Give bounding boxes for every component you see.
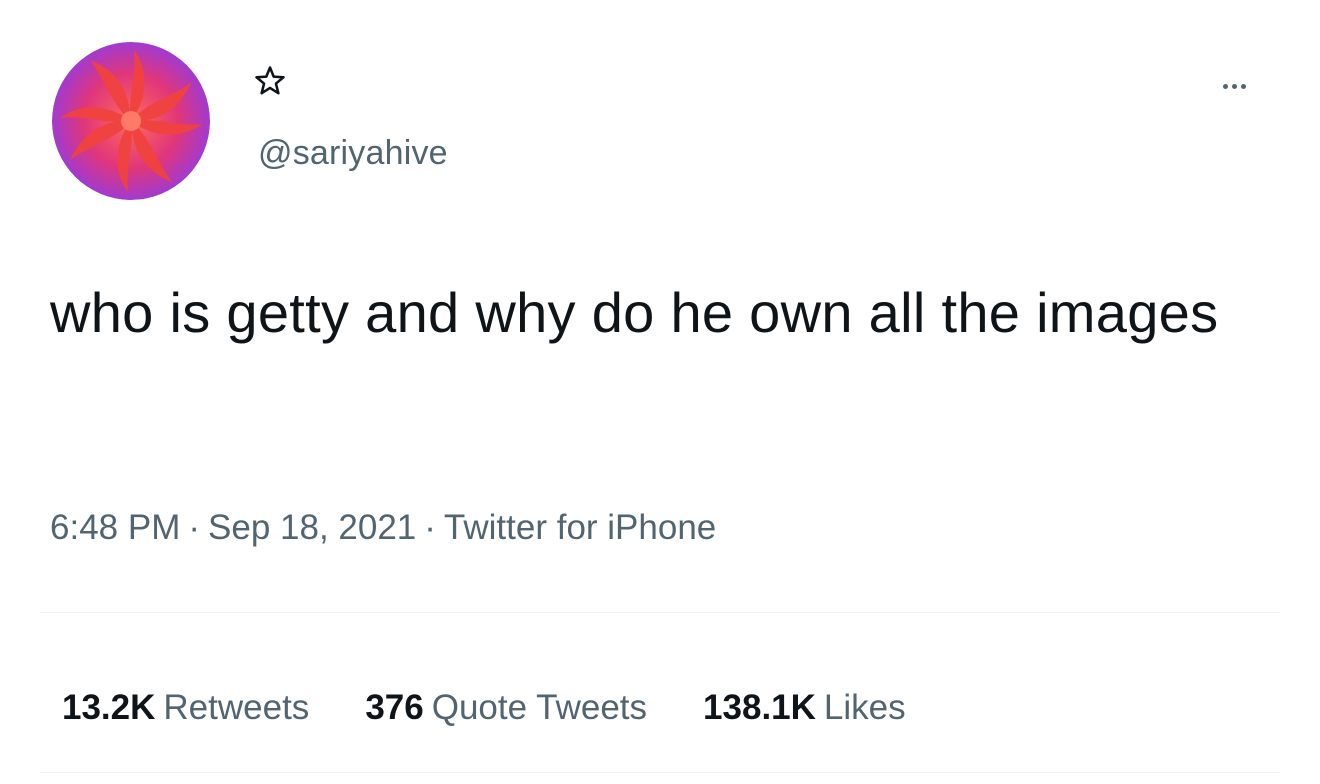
tweet-stats: 13.2K Retweets 376 Quote Tweets 138.1K Like…: [62, 688, 962, 728]
retweets-count: 13.2K: [62, 688, 156, 727]
tweet-card: @sariyahive who is getty and why do he o…: [0, 0, 1320, 784]
retweets-stat[interactable]: 13.2K Retweets: [62, 688, 309, 728]
likes-stat[interactable]: 138.1K Likes: [703, 688, 906, 728]
divider: [40, 612, 1280, 613]
quote-tweets-label: Quote Tweets: [431, 688, 648, 727]
avatar[interactable]: [52, 42, 210, 200]
swirl-avatar-icon: [52, 42, 210, 200]
likes-label: Likes: [823, 688, 906, 727]
meta-separator: ·: [424, 508, 436, 547]
more-options-icon: [1222, 83, 1228, 89]
tweet-metadata: 6:48 PM · Sep 18, 2021 · Twitter for iPhone: [50, 508, 716, 548]
star-icon: [253, 64, 287, 98]
more-options-dot: [1231, 83, 1237, 89]
tweet-source[interactable]: Twitter for iPhone: [444, 508, 716, 547]
likes-count: 138.1K: [703, 688, 816, 727]
retweets-label: Retweets: [163, 688, 310, 727]
meta-separator: ·: [188, 508, 201, 547]
quote-tweets-stat[interactable]: 376 Quote Tweets: [365, 688, 647, 728]
tweet-date[interactable]: Sep 18, 2021: [208, 508, 416, 547]
user-handle[interactable]: @sariyahive: [258, 134, 448, 173]
quote-tweets-count: 376: [365, 688, 424, 727]
more-options-button[interactable]: [1198, 66, 1270, 106]
divider: [40, 772, 1280, 773]
tweet-time[interactable]: 6:48 PM: [50, 508, 180, 547]
tweet-text: who is getty and why do he own all the i…: [50, 281, 1219, 344]
more-options-dot: [1240, 83, 1246, 89]
